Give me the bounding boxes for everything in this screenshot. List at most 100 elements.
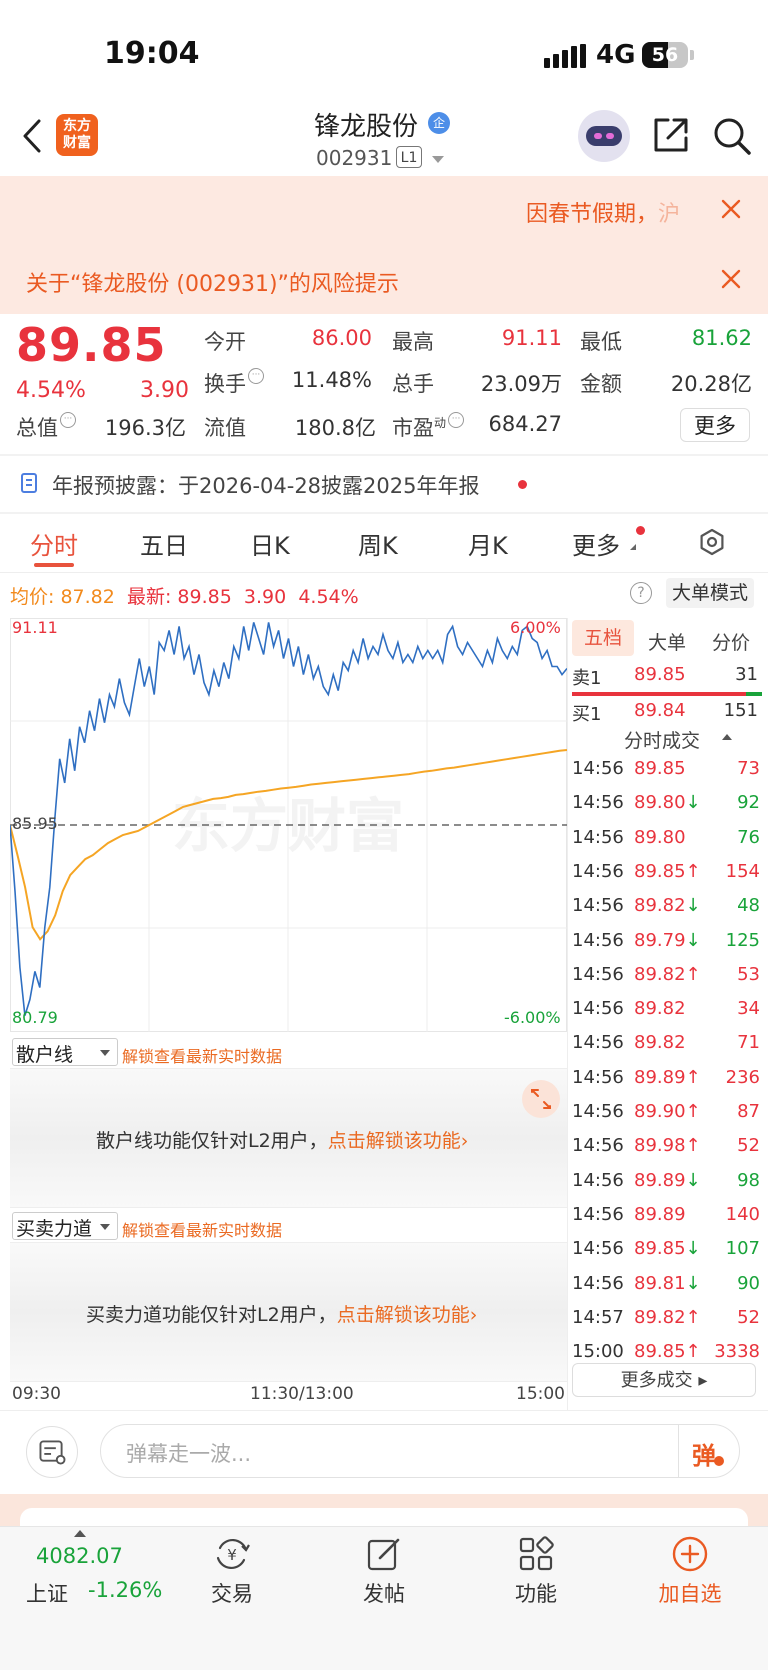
tab-five-levels[interactable]: 五档 <box>572 620 634 656</box>
retail-line-message: 散户线功能仅针对L2用户，点击解锁该功能› <box>96 1130 469 1152</box>
chevron-down-icon[interactable] <box>432 156 444 163</box>
close-icon[interactable] <box>720 268 742 290</box>
apps-icon[interactable] <box>516 1534 556 1574</box>
report-notice[interactable]: 年报预披露：于2026-04-28披露2025年年报 <box>52 470 479 500</box>
trade-time: 14:56 <box>572 895 624 917</box>
tab-5day[interactable]: 五日 <box>140 526 188 561</box>
info-icon[interactable]: ··· <box>248 368 264 384</box>
y-mid-label: 85.95 <box>12 814 58 833</box>
index-change[interactable]: -1.26% <box>88 1578 162 1602</box>
danmu-toggle-button[interactable]: 弹 <box>692 1436 716 1471</box>
more-trades-button[interactable]: 更多成交 ▸ <box>572 1363 756 1397</box>
chart-watermark: 东方财富 <box>172 792 404 860</box>
logo-line1: 东方 <box>63 118 91 134</box>
volume-label: 总手 <box>392 372 434 396</box>
info-icon[interactable]: ··· <box>60 412 76 428</box>
trade-time: 14:56 <box>572 826 624 848</box>
trade-row: 14:56 89.82 71 <box>572 1032 764 1066</box>
nav-post-label[interactable]: 发帖 <box>344 1578 424 1608</box>
turnover-label[interactable]: 换手 ··· <box>204 368 264 398</box>
unread-dot <box>636 526 645 535</box>
y-max-label: 91.11 <box>12 618 58 637</box>
divider <box>678 1424 679 1478</box>
tab-big-orders[interactable]: 大单 <box>648 628 686 655</box>
buy-sell-force-unlock-button[interactable]: 点击解锁该功能 <box>337 1304 470 1326</box>
trade-time: 14:57 <box>572 1306 624 1328</box>
open-value: 86.00 <box>311 326 372 350</box>
retail-unlock-link[interactable]: 解锁查看最新实时数据 <box>122 1043 282 1067</box>
index-value[interactable]: 4082.07 <box>36 1544 123 1568</box>
tab-daily-k[interactable]: 日K <box>250 526 290 561</box>
tab-price-breakdown[interactable]: 分价 <box>712 628 750 655</box>
trade-time: 14:56 <box>572 1272 624 1294</box>
risk-notice[interactable]: 关于“锋龙股份 (002931)”的风险提示 <box>26 266 399 298</box>
trade-volume: 90 <box>737 1272 760 1294</box>
trade-volume: 71 <box>737 1032 760 1054</box>
trade-volume: 92 <box>737 792 760 814</box>
trade-row: 14:56 89.90↑ 87 <box>572 1101 764 1135</box>
info-icon[interactable]: ··· <box>448 412 465 428</box>
sort-up-icon[interactable] <box>722 734 732 740</box>
share-icon[interactable] <box>652 116 690 154</box>
level-badge: L1 <box>396 146 422 168</box>
chevron-down-icon[interactable] <box>100 1050 110 1056</box>
divider <box>567 618 568 1410</box>
trade-time: 15:00 <box>572 1341 624 1363</box>
post-icon[interactable] <box>364 1534 404 1574</box>
holiday-notice[interactable]: 因春节假期，沪 <box>526 196 680 228</box>
more-button[interactable]: 更多 <box>680 408 750 442</box>
trades-header[interactable]: 分时成交 <box>624 726 700 753</box>
tab-monthly-k[interactable]: 月K <box>468 526 508 561</box>
close-icon[interactable] <box>720 198 742 220</box>
comment-settings-icon[interactable] <box>26 1426 78 1478</box>
nav-add-watchlist-label[interactable]: 加自选 <box>650 1578 730 1608</box>
trade-row: 14:56 89.80↓ 92 <box>572 792 764 826</box>
high-value: 91.11 <box>501 326 562 350</box>
chevron-up-icon[interactable] <box>74 1530 86 1537</box>
trade-row: 14:56 89.98↑ 52 <box>572 1135 764 1169</box>
app-logo: 东方 财富 <box>56 114 98 156</box>
trade-icon[interactable]: ¥ <box>212 1534 252 1574</box>
chevron-down-icon[interactable] <box>100 1224 110 1230</box>
robot-icon[interactable] <box>578 110 630 162</box>
back-icon[interactable] <box>22 118 42 154</box>
tab-more[interactable]: 更多 <box>572 526 620 561</box>
document-icon <box>21 473 37 493</box>
trade-volume: 87 <box>737 1101 760 1122</box>
index-name[interactable]: 上证 <box>26 1578 68 1608</box>
nav-trade-label[interactable]: 交易 <box>192 1578 272 1608</box>
intraday-chart[interactable]: 东方财富 <box>10 618 567 1032</box>
trade-volume: 125 <box>725 929 760 951</box>
ask-price: 89.85 <box>634 664 686 685</box>
trade-volume: 73 <box>737 758 760 779</box>
battery-tip <box>690 50 694 60</box>
trade-price: 89.85↓ <box>634 1238 701 1260</box>
mktcap-label[interactable]: 总值 ··· <box>16 412 76 442</box>
trade-price: 89.82↓ <box>634 895 701 917</box>
trade-price: 89.90↑ <box>634 1101 701 1122</box>
pe-label[interactable]: 市盈动 ··· <box>392 412 465 442</box>
tab-weekly-k[interactable]: 周K <box>358 526 398 561</box>
logo-line2: 财富 <box>63 135 91 151</box>
expand-icon[interactable] <box>522 1080 560 1118</box>
trade-price: 89.82 <box>634 1032 686 1054</box>
trade-row: 14:56 89.82 34 <box>572 998 764 1032</box>
nav-apps-label[interactable]: 功能 <box>496 1578 576 1608</box>
search-icon[interactable] <box>712 116 752 156</box>
force-unlock-link[interactable]: 解锁查看最新实时数据 <box>122 1217 282 1241</box>
trade-time: 14:56 <box>572 963 624 985</box>
stock-code[interactable]: 002931 <box>316 146 392 170</box>
amount-value: 20.28亿 <box>670 372 752 396</box>
tab-indicator <box>34 563 74 567</box>
big-order-mode-button[interactable]: 大单模式 <box>666 578 754 608</box>
retail-line-unlock-button[interactable]: 点击解锁该功能 <box>328 1130 461 1152</box>
gear-icon[interactable] <box>698 528 726 556</box>
trade-price: 89.82↑ <box>634 1306 701 1328</box>
tab-intraday[interactable]: 分时 <box>30 526 78 561</box>
help-icon[interactable]: ? <box>630 582 652 604</box>
add-watchlist-icon[interactable] <box>670 1534 710 1574</box>
corner-triangle-icon <box>630 544 636 550</box>
trade-time: 14:56 <box>572 1238 624 1260</box>
high-label: 最高 <box>392 330 434 354</box>
last-change: 3.90 <box>243 586 287 608</box>
